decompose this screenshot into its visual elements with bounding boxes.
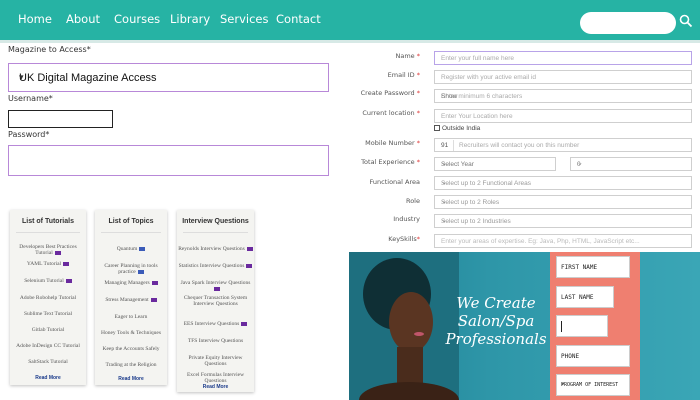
card-title: List of Tutorials bbox=[22, 218, 74, 225]
nav-services[interactable]: Services bbox=[220, 12, 269, 26]
create-password-field[interactable]: Enter minimum 6 characters Show bbox=[434, 89, 692, 103]
card-title: Interview Questions bbox=[182, 218, 249, 225]
role-select[interactable]: Select up to 2 Roles ⌄ bbox=[434, 195, 692, 209]
list-item[interactable]: Developers Best Practices Tutorial bbox=[10, 244, 86, 256]
industry-label: Industry bbox=[393, 215, 420, 223]
chevron-down-icon: ⌄ bbox=[577, 160, 583, 167]
experience-label: Total Experience * bbox=[361, 158, 420, 166]
chevron-down-icon: ⌄ bbox=[441, 217, 447, 224]
read-more-link[interactable]: Read More bbox=[95, 376, 167, 382]
experience-year-select[interactable]: Select Year ⌄ bbox=[434, 157, 556, 171]
list-item[interactable]: Private Equity Interview Questions bbox=[177, 355, 254, 367]
list-item[interactable]: Stress Management bbox=[95, 297, 167, 303]
industry-select[interactable]: Select up to 2 Industries ⌄ bbox=[434, 214, 692, 228]
list-item[interactable]: Managing Managers bbox=[95, 280, 167, 286]
list-item[interactable]: TFS Interview Questions bbox=[177, 338, 254, 344]
username-field[interactable] bbox=[8, 110, 113, 128]
list-item[interactable]: Eager to Learn bbox=[95, 314, 167, 320]
mobile-label: Mobile Number * bbox=[365, 139, 420, 147]
banner-form-panel: FIRST NAME LAST NAME PHONE PROGRAM OF IN… bbox=[550, 252, 640, 400]
nav-divider bbox=[0, 40, 700, 43]
list-item[interactable]: Excel Formulas Interview Questions bbox=[177, 372, 254, 384]
list-item[interactable]: Trading at the Religion bbox=[95, 362, 167, 368]
chevron-down-icon: ▾ bbox=[19, 72, 24, 82]
nav-home[interactable]: Home bbox=[18, 12, 52, 26]
chevron-down-icon: ▾ bbox=[561, 381, 565, 388]
program-select[interactable]: PROGRAM OF INTEREST ▾ bbox=[556, 374, 630, 396]
list-item[interactable]: Java Spark Interview Questions bbox=[177, 280, 254, 292]
name-field[interactable]: Enter your full name here bbox=[434, 51, 692, 65]
search-icon[interactable] bbox=[679, 14, 693, 28]
list-item[interactable]: Selenium Tutorial bbox=[10, 278, 86, 284]
username-label: Username* bbox=[8, 94, 53, 103]
first-name-field[interactable]: FIRST NAME bbox=[556, 256, 630, 278]
functional-area-label: Functional Area bbox=[369, 178, 420, 186]
phone-field[interactable]: PHONE bbox=[556, 345, 630, 367]
list-item[interactable]: Keep the Accounts Safely bbox=[95, 346, 167, 352]
nav-about[interactable]: About bbox=[66, 12, 100, 26]
salon-ad-banner[interactable]: We Create Salon/Spa Professionals FIRST … bbox=[349, 252, 700, 400]
card-title: List of Topics bbox=[108, 218, 154, 225]
email-label: Email ID * bbox=[387, 71, 420, 79]
magazine-select[interactable]: UK Digital Magazine Access ▾ bbox=[8, 63, 329, 92]
outside-india-checkbox[interactable] bbox=[434, 125, 440, 131]
create-password-label: Create Password * bbox=[360, 89, 420, 97]
password-field[interactable] bbox=[8, 145, 329, 176]
chevron-down-icon: ⌄ bbox=[441, 198, 447, 205]
outside-india-label: Outside India bbox=[442, 125, 481, 132]
mobile-field[interactable]: 91 Recruiters will contact you on this n… bbox=[434, 138, 692, 152]
top-navbar: Home About Courses Library Services Cont… bbox=[0, 0, 700, 40]
read-more-link[interactable]: Read More bbox=[177, 384, 254, 390]
keyskills-field[interactable]: Enter your areas of expertise. Eg: Java,… bbox=[434, 234, 692, 248]
role-label: Role bbox=[405, 197, 420, 205]
password-label: Password* bbox=[8, 130, 50, 139]
list-item[interactable]: Career Planning in tools practice bbox=[95, 263, 167, 275]
chevron-down-icon: ⌄ bbox=[441, 160, 447, 167]
chevron-down-icon: ⌄ bbox=[441, 179, 447, 186]
mobile-country-code: 91 bbox=[441, 142, 449, 149]
nav-library[interactable]: Library bbox=[170, 12, 210, 26]
list-item[interactable]: Gitlab Tutorial bbox=[10, 327, 86, 333]
email-field[interactable]: Register with your active email id bbox=[434, 70, 692, 84]
keyskills-label: KeySkills* bbox=[388, 235, 420, 243]
list-item[interactable]: Quantum bbox=[95, 246, 167, 252]
list-item[interactable]: Reynolds Interview Questions bbox=[177, 246, 254, 252]
card-tutorials: List of Tutorials Developers Best Practi… bbox=[10, 210, 86, 385]
list-item[interactable]: SaltStack Tutorial bbox=[10, 359, 86, 365]
nav-courses[interactable]: Courses bbox=[114, 12, 160, 26]
banner-headline: We Create Salon/Spa Professionals bbox=[445, 294, 547, 348]
card-interview-questions: Interview Questions Reynolds Interview Q… bbox=[177, 210, 254, 392]
name-label: Name * bbox=[395, 52, 420, 60]
location-label: Current location * bbox=[362, 109, 420, 117]
card-topics: List of Topics Quantum Career Planning i… bbox=[95, 210, 167, 385]
list-item[interactable]: Adobe Robohelp Tutorial bbox=[10, 295, 86, 301]
list-item[interactable]: EES Interview Questions bbox=[177, 321, 254, 327]
search-input[interactable] bbox=[580, 12, 676, 34]
list-item[interactable]: Sublime Text Tutorial bbox=[10, 311, 86, 317]
functional-area-select[interactable]: Select up to 2 Functional Areas ⌄ bbox=[434, 176, 692, 190]
list-item[interactable]: Chequer Transaction System Interview Que… bbox=[177, 295, 254, 307]
read-more-link[interactable]: Read More bbox=[10, 375, 86, 381]
list-item[interactable]: Honey Tools & Techniques bbox=[95, 330, 167, 336]
last-name-field[interactable]: LAST NAME bbox=[556, 286, 614, 308]
nav-contact[interactable]: Contact bbox=[276, 12, 321, 26]
location-field[interactable]: Enter Your Location here bbox=[434, 109, 692, 123]
magazine-label: Magazine to Access* bbox=[8, 45, 91, 54]
experience-month-select[interactable]: 0 ⌄ bbox=[570, 157, 692, 171]
list-item[interactable]: Adobe InDesign CC Tutorial bbox=[10, 343, 86, 349]
show-password-toggle[interactable]: Show bbox=[441, 93, 687, 100]
list-item[interactable]: Statistics Interview Questions bbox=[177, 263, 254, 269]
list-item[interactable]: YAML Tutorial bbox=[10, 261, 86, 267]
email-field[interactable] bbox=[556, 315, 608, 337]
